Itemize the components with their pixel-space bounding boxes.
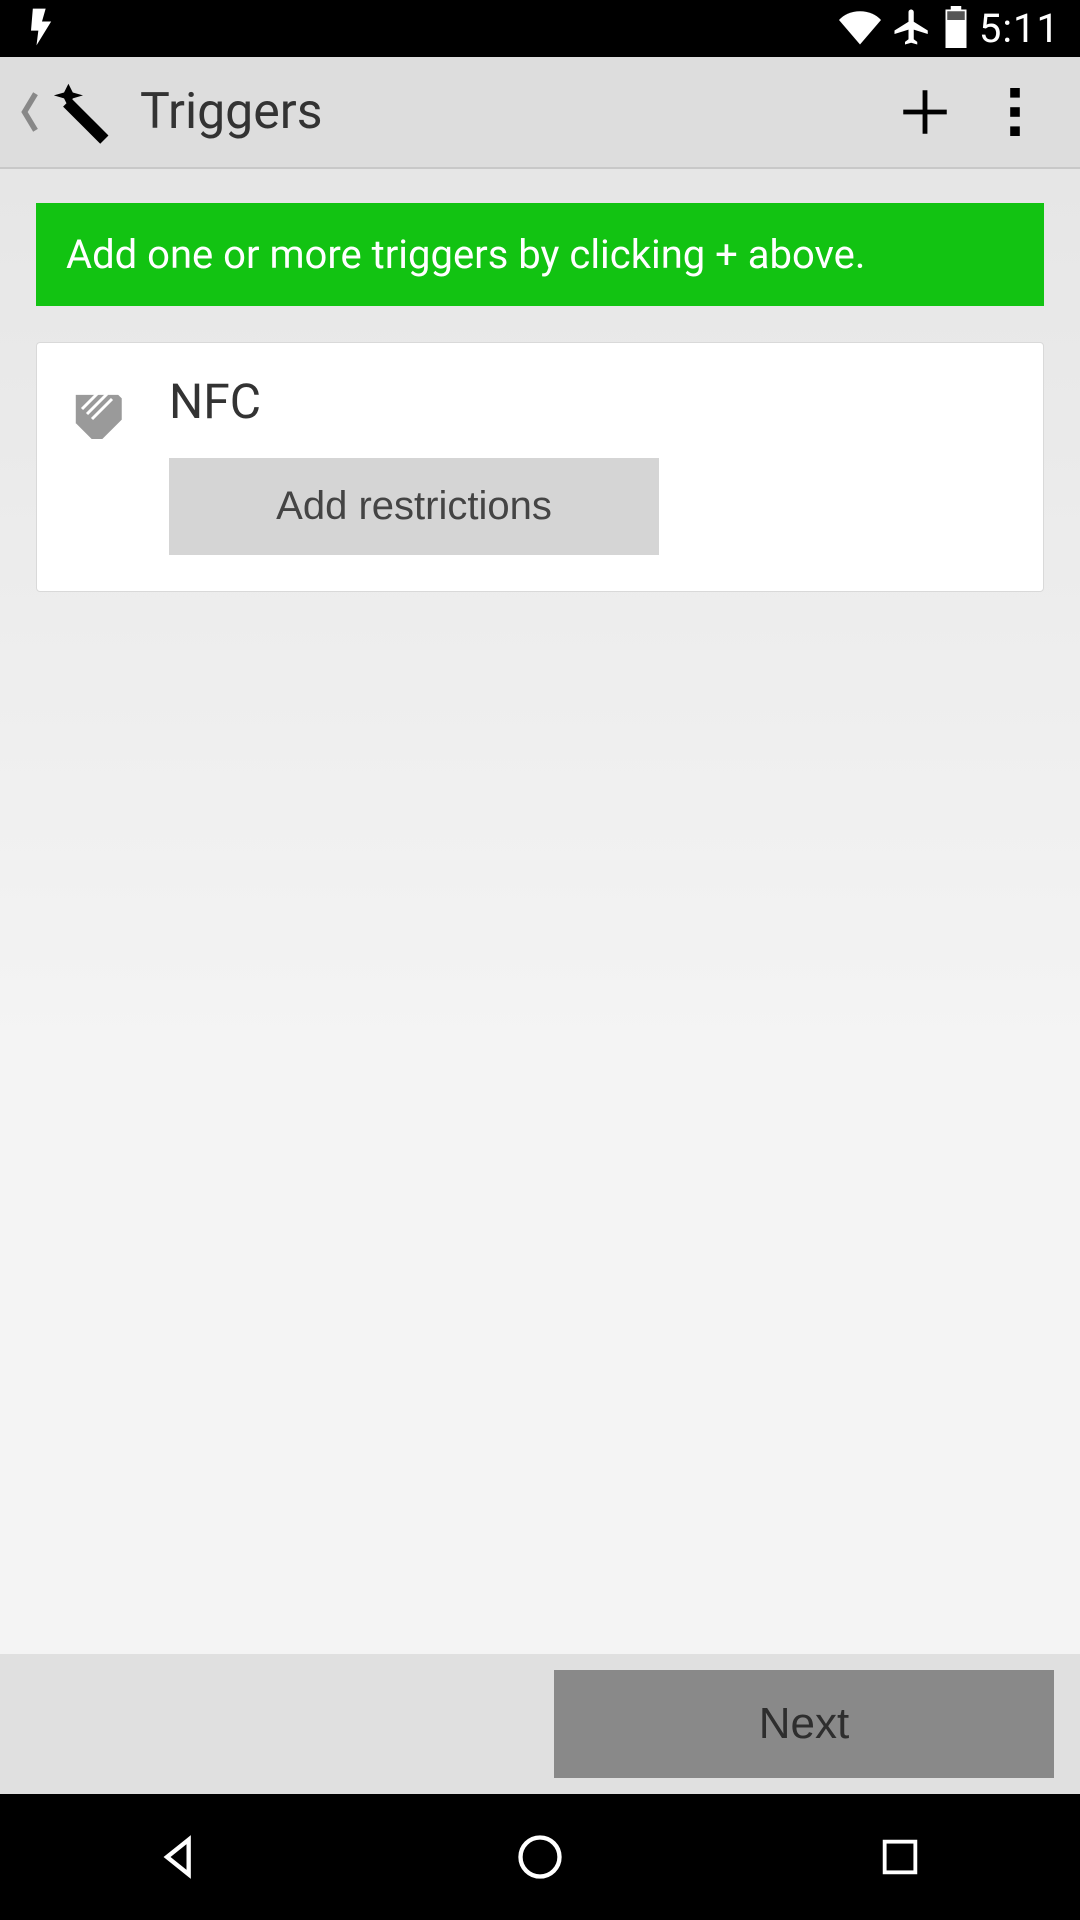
nav-back-button[interactable] xyxy=(145,1822,215,1892)
navigation-bar xyxy=(0,1794,1080,1920)
trigger-card[interactable]: NFC Add restrictions xyxy=(36,342,1044,592)
battery-icon xyxy=(943,6,969,52)
hint-text: Add one or more triggers by clicking + a… xyxy=(66,231,865,278)
back-button[interactable] xyxy=(20,75,118,149)
nav-recent-button[interactable] xyxy=(865,1822,935,1892)
nfc-tag-icon xyxy=(67,379,137,449)
page-title: Triggers xyxy=(140,83,323,141)
overflow-menu-button[interactable] xyxy=(970,67,1060,157)
add-button[interactable] xyxy=(880,67,970,157)
wifi-icon xyxy=(839,6,881,52)
status-bar: 5:11 xyxy=(0,0,1080,57)
bolt-icon xyxy=(20,5,64,53)
add-restrictions-button[interactable]: Add restrictions xyxy=(169,458,659,555)
wand-icon xyxy=(48,75,118,149)
footer-bar: Next xyxy=(0,1654,1080,1794)
airplane-icon xyxy=(891,6,933,52)
trigger-name: NFC xyxy=(169,373,659,430)
status-time: 5:11 xyxy=(979,5,1060,52)
content-area: Add one or more triggers by clicking + a… xyxy=(0,169,1080,1654)
app-bar: Triggers xyxy=(0,57,1080,169)
next-button[interactable]: Next xyxy=(554,1670,1054,1778)
nav-home-button[interactable] xyxy=(505,1822,575,1892)
hint-banner: Add one or more triggers by clicking + a… xyxy=(36,203,1044,306)
